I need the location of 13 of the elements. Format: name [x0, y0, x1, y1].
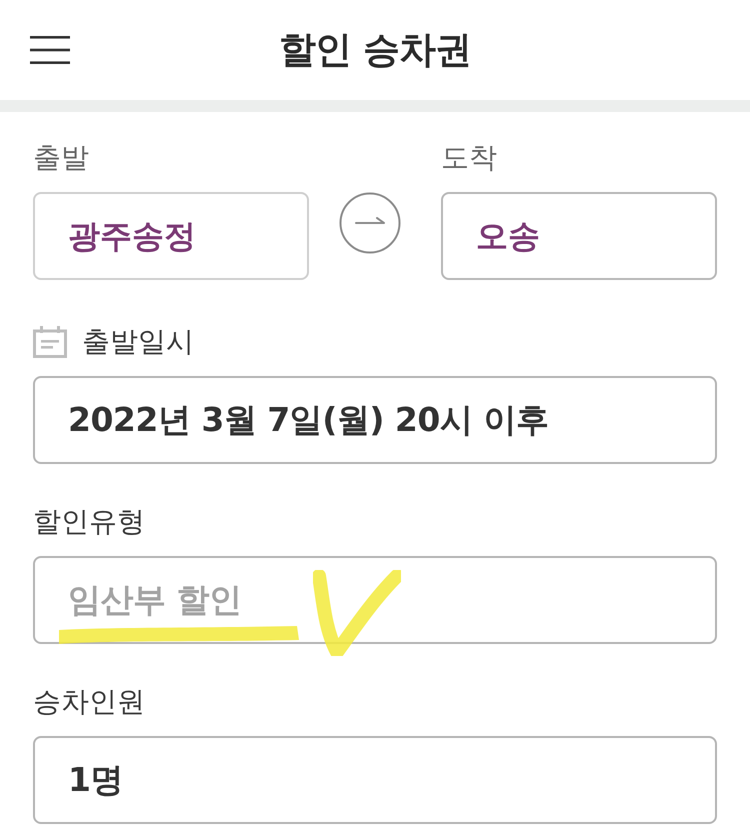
passenger-count-field[interactable]: 1명 — [33, 736, 717, 824]
departure-station-field[interactable]: 광주송정 — [33, 192, 309, 280]
arrow-right-icon — [339, 192, 401, 254]
arrival-station-field[interactable]: 오송 — [441, 192, 717, 280]
field-label: 출발일시 — [82, 324, 194, 360]
field-label: 승차인원 — [33, 684, 145, 720]
date-field[interactable]: 2022년 3월 7일(월) 20시 이후 — [33, 376, 717, 464]
field-label: 할인유형 — [33, 504, 145, 540]
arrival-label: 도착 — [441, 140, 497, 176]
page-title: 할인 승차권 — [279, 27, 471, 74]
departure-label: 출발 — [33, 140, 89, 176]
calendar-icon — [33, 326, 67, 358]
menu-icon[interactable] — [30, 36, 70, 64]
